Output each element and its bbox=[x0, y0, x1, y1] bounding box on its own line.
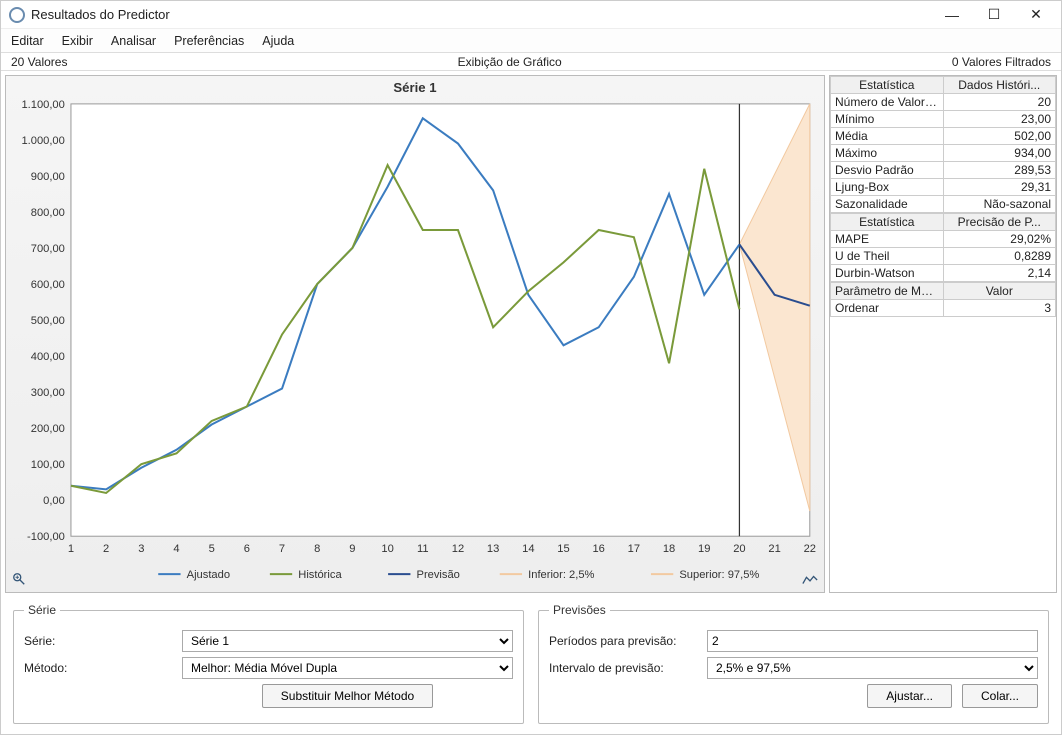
svg-text:10: 10 bbox=[381, 543, 393, 555]
status-row: 20 Valores Exibição de Gráfico 0 Valores… bbox=[1, 53, 1061, 71]
menu-help[interactable]: Ajuda bbox=[262, 34, 294, 48]
svg-text:3: 3 bbox=[138, 543, 144, 555]
chart: Série 1 -100,00 0,00 100,00 200,00 300,00 400,… bbox=[6, 76, 824, 592]
table-row: SazonalidadeNão-sazonal bbox=[831, 196, 1056, 213]
menu-edit[interactable]: Editar bbox=[11, 34, 44, 48]
serie-legend: Série bbox=[24, 603, 60, 617]
svg-text:200,00: 200,00 bbox=[31, 423, 65, 435]
svg-text:1: 1 bbox=[68, 543, 74, 555]
svg-text:14: 14 bbox=[522, 543, 534, 555]
metodo-select[interactable]: Melhor: Média Móvel Dupla bbox=[182, 657, 513, 679]
intervalo-label: Intervalo de previsão: bbox=[549, 661, 699, 675]
svg-text:800,00: 800,00 bbox=[31, 207, 65, 219]
menu-analyze[interactable]: Analisar bbox=[111, 34, 156, 48]
titlebar: Resultados do Predictor — ☐ ✕ bbox=[1, 1, 1061, 29]
stats-table-2: EstatísticaPrecisão de P... MAPE29,02%U … bbox=[830, 213, 1056, 282]
svg-text:13: 13 bbox=[487, 543, 499, 555]
status-left: 20 Valores bbox=[11, 55, 67, 69]
svg-text:4: 4 bbox=[173, 543, 179, 555]
table-row: Mínimo23,00 bbox=[831, 111, 1056, 128]
serie-fieldset: Série Série: Série 1 Método: Melhor: Méd… bbox=[13, 603, 524, 724]
periodos-label: Períodos para previsão: bbox=[549, 634, 699, 648]
menu-prefs[interactable]: Preferências bbox=[174, 34, 244, 48]
svg-text:1.100,00: 1.100,00 bbox=[21, 99, 64, 111]
serie-select[interactable]: Série 1 bbox=[182, 630, 513, 652]
svg-text:16: 16 bbox=[592, 543, 604, 555]
svg-text:600,00: 600,00 bbox=[31, 279, 65, 291]
chart-type-icon[interactable] bbox=[802, 574, 818, 586]
table-row: Média502,00 bbox=[831, 128, 1056, 145]
intervalo-select[interactable]: 2,5% e 97,5% bbox=[707, 657, 1038, 679]
stats-panel: EstatísticaDados Históri... Número de Va… bbox=[829, 75, 1057, 593]
svg-text:Ajustado: Ajustado bbox=[187, 569, 230, 581]
svg-text:15: 15 bbox=[557, 543, 569, 555]
svg-text:6: 6 bbox=[244, 543, 250, 555]
svg-text:900,00: 900,00 bbox=[31, 171, 65, 183]
svg-text:11: 11 bbox=[417, 543, 429, 555]
minimize-button[interactable]: — bbox=[931, 2, 973, 28]
table-row: Máximo934,00 bbox=[831, 145, 1056, 162]
svg-text:100,00: 100,00 bbox=[31, 459, 65, 471]
svg-text:18: 18 bbox=[663, 543, 675, 555]
window-title: Resultados do Predictor bbox=[31, 7, 931, 22]
svg-text:17: 17 bbox=[628, 543, 640, 555]
svg-text:21: 21 bbox=[768, 543, 780, 555]
substituir-button[interactable]: Substituir Melhor Método bbox=[262, 684, 433, 708]
status-center: Exibição de Gráfico bbox=[67, 55, 951, 69]
table-row: MAPE29,02% bbox=[831, 231, 1056, 248]
svg-text:500,00: 500,00 bbox=[31, 315, 65, 327]
svg-text:9: 9 bbox=[349, 543, 355, 555]
ajustar-button[interactable]: Ajustar... bbox=[867, 684, 952, 708]
periodos-input[interactable] bbox=[707, 630, 1038, 652]
svg-text:Série 1: Série 1 bbox=[393, 80, 436, 95]
menu-view[interactable]: Exibir bbox=[62, 34, 93, 48]
svg-text:1.000,00: 1.000,00 bbox=[21, 135, 64, 147]
svg-text:Histórica: Histórica bbox=[298, 569, 342, 581]
svg-text:0,00: 0,00 bbox=[43, 495, 65, 507]
maximize-button[interactable]: ☐ bbox=[973, 2, 1015, 28]
zoom-icon[interactable] bbox=[12, 572, 26, 586]
menubar: Editar Exibir Analisar Preferências Ajud… bbox=[1, 29, 1061, 53]
stats-table-3: Parâmetro de Mét...Valor Ordenar3 bbox=[830, 282, 1056, 317]
colar-button[interactable]: Colar... bbox=[962, 684, 1038, 708]
svg-text:7: 7 bbox=[279, 543, 285, 555]
svg-text:-100,00: -100,00 bbox=[27, 531, 65, 543]
svg-text:5: 5 bbox=[209, 543, 215, 555]
table-row: Número de Valores ...20 bbox=[831, 94, 1056, 111]
svg-text:20: 20 bbox=[733, 543, 745, 555]
svg-text:19: 19 bbox=[698, 543, 710, 555]
svg-text:22: 22 bbox=[804, 543, 816, 555]
previsoes-legend: Previsões bbox=[549, 603, 610, 617]
svg-text:8: 8 bbox=[314, 543, 320, 555]
table-row: Ordenar3 bbox=[831, 300, 1056, 317]
svg-text:2: 2 bbox=[103, 543, 109, 555]
chart-panel: Série 1 -100,00 0,00 100,00 200,00 300,00 400,… bbox=[5, 75, 825, 593]
svg-text:12: 12 bbox=[452, 543, 464, 555]
serie-label: Série: bbox=[24, 634, 174, 648]
svg-text:Superior: 97,5%: Superior: 97,5% bbox=[679, 569, 759, 581]
stats-table-1: EstatísticaDados Históri... Número de Va… bbox=[830, 76, 1056, 213]
svg-text:400,00: 400,00 bbox=[31, 351, 65, 363]
table-row: Durbin-Watson2,14 bbox=[831, 265, 1056, 282]
app-icon bbox=[9, 7, 25, 23]
svg-text:700,00: 700,00 bbox=[31, 243, 65, 255]
table-row: U de Theil0,8289 bbox=[831, 248, 1056, 265]
table-row: Ljung-Box29,31 bbox=[831, 179, 1056, 196]
status-right: 0 Valores Filtrados bbox=[952, 55, 1051, 69]
svg-text:Previsão: Previsão bbox=[417, 569, 460, 581]
previsoes-fieldset: Previsões Períodos para previsão: Interv… bbox=[538, 603, 1049, 724]
svg-text:300,00: 300,00 bbox=[31, 387, 65, 399]
close-button[interactable]: ✕ bbox=[1015, 2, 1057, 28]
metodo-label: Método: bbox=[24, 661, 174, 675]
table-row: Desvio Padrão289,53 bbox=[831, 162, 1056, 179]
svg-text:Inferior: 2,5%: Inferior: 2,5% bbox=[528, 569, 594, 581]
